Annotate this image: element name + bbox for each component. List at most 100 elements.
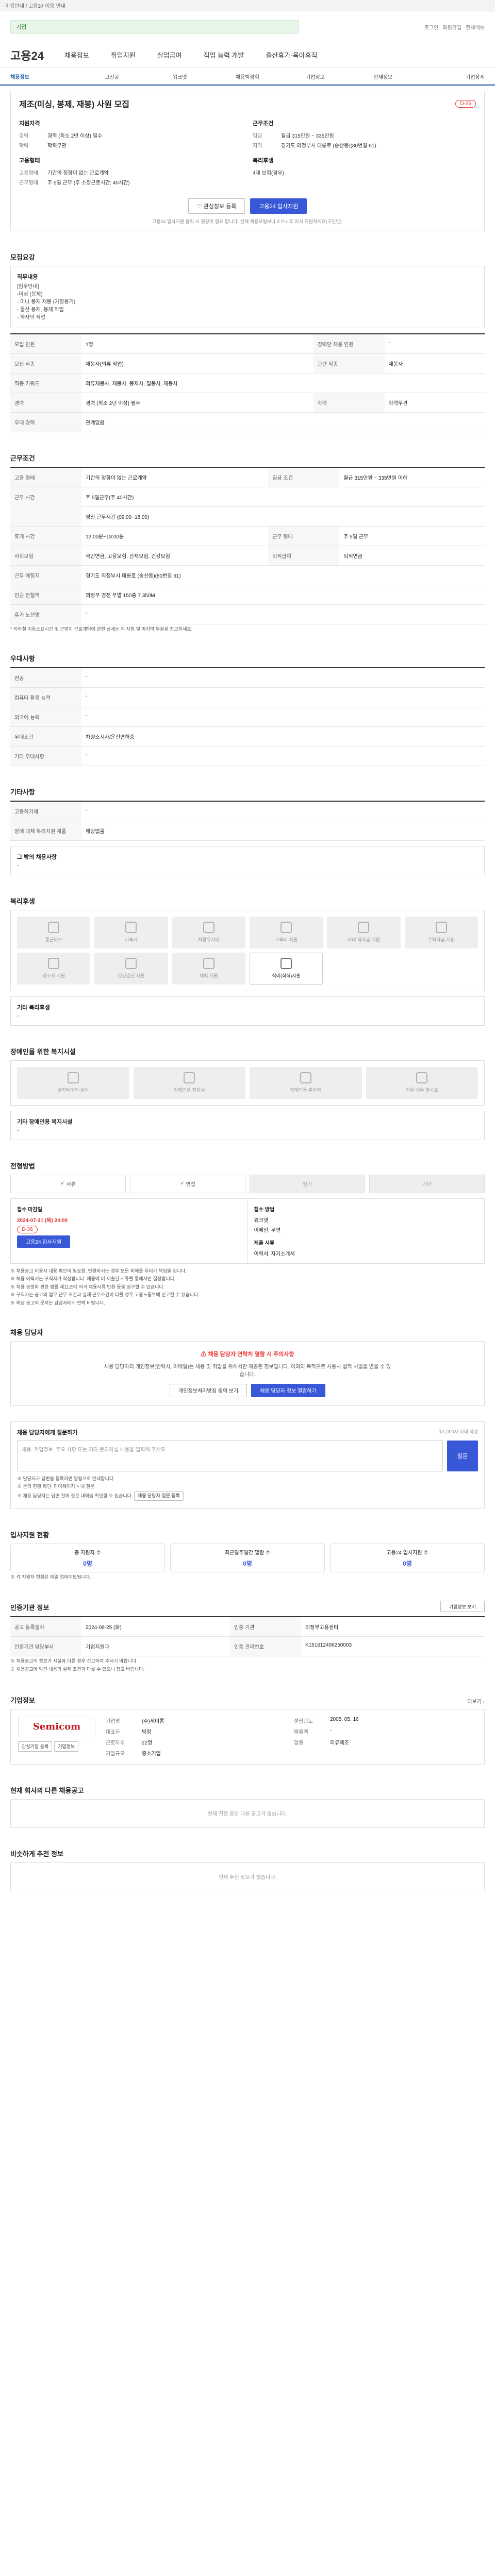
follow-company-button[interactable]: 관심기업 등록 xyxy=(18,1741,53,1752)
subnav-item[interactable]: 채용정보 xyxy=(10,73,78,80)
benefit-item: 경조사 지원 xyxy=(17,952,91,985)
nav-item[interactable]: 취업지원 xyxy=(111,50,136,60)
table-row: 직종 키워드 의류재봉사, 재봉사, 봉제사, 절봉사, 재봉사 xyxy=(10,373,485,393)
summary-key: 지역 xyxy=(253,143,262,149)
contact-warning: ⚠ 채용 담당자 연락처 열람 시 주의사항 채용 담당자의 개인정보(연락처,… xyxy=(10,1341,485,1406)
disability-label: 건물 내부 경사로 xyxy=(405,1088,438,1093)
subnav-item[interactable]: 기업상세 xyxy=(417,73,485,80)
note-line: * 지하철 이동소요시간 및 근방이 근로계약에 관한 상세는 지 사항 및 마… xyxy=(10,626,193,632)
more-link[interactable]: 더보기 › xyxy=(467,1697,485,1705)
subnav-item[interactable]: 고진공 xyxy=(78,73,145,80)
table-cell: 국민연금, 고용보험, 산재보험, 건강보험 xyxy=(81,546,269,566)
field-key: 업종 xyxy=(294,1740,304,1746)
logo[interactable]: 고용24 xyxy=(10,47,44,63)
method-value: 워크넷 xyxy=(254,1217,269,1224)
contact-actions: 개인정보처리방침 동의 보기 채용 담당자 정보 열람하기 xyxy=(19,1383,476,1397)
stat-card: 최근일주일간 열람 수 0명 xyxy=(170,1543,325,1572)
section-title: 기타사항 xyxy=(10,788,35,796)
restroom-icon xyxy=(184,1072,195,1084)
duty-text: [임무안내] -미싱 (봉제) - 미니 봉재 재봉 (가정용기) - 물산 봉… xyxy=(17,283,478,321)
table-head: 인근 전철역 xyxy=(10,585,81,605)
table-head: 고용허가제 xyxy=(10,801,81,821)
education-icon xyxy=(280,922,292,934)
disability-grid: 엘리베이터 설치 장애인용 화장실 장애인용 주차장 건물 내부 경사로 xyxy=(17,1066,478,1099)
nav-item[interactable]: 출산휴가·육아휴직 xyxy=(266,50,317,60)
company-info-button[interactable]: 기업정보 보기 xyxy=(440,1601,485,1613)
note-line: ※ 각 지원자 현황은 매일 업데이트됩니다. xyxy=(10,1574,91,1580)
duty-box: 직무내용 [임무안내] -미싱 (봉제) - 미니 봉재 재봉 (가정용기) -… xyxy=(10,266,485,328)
method-sub: 이메일, 우편 xyxy=(254,1227,281,1233)
nav-item[interactable]: 직업 능력 개발 xyxy=(203,50,244,60)
qna-title: 채용 담당자에게 질문하기 xyxy=(17,1429,78,1436)
table-head: 휴가 노선명 xyxy=(10,604,81,624)
summary-key: 임금 xyxy=(253,133,262,139)
check-icon: ✓ xyxy=(180,1181,186,1187)
field-value: 의류제조 xyxy=(330,1740,349,1746)
table-cell: 주 5일근무(주 40시간) xyxy=(81,487,485,507)
all-menu-link[interactable]: 전체메뉴 xyxy=(466,23,485,31)
notice-bar: 이용안내 / 고용24 이용 안내 xyxy=(0,0,495,11)
table-head: 우대조건 xyxy=(10,726,81,747)
notice-text: 이용안내 / 고용24 이용 안내 xyxy=(5,4,66,9)
subnav-item[interactable]: 기업정보 xyxy=(282,73,349,80)
disability-other-label: 기타 장애인용 복지시설 xyxy=(17,1118,73,1125)
table-head: 임금 조건 xyxy=(268,467,340,487)
field-key: 설립년도 xyxy=(294,1718,313,1724)
duty-line: - 물산 봉제, 봉제 작업 xyxy=(17,307,64,313)
benefit-label: 자녀 학자금 지원 xyxy=(348,937,380,943)
search-input[interactable]: 기업 xyxy=(10,20,299,33)
header: 고용24 채용정보 취업지원 실업급여 직업 능력 개발 출산휴가·육아휴직 xyxy=(0,42,495,68)
method-label: 접수 방법 xyxy=(254,1207,275,1213)
subnav-item[interactable]: 워크넷 xyxy=(146,73,213,80)
login-link[interactable]: 로그인 xyxy=(424,23,439,31)
field-value: 박정 xyxy=(142,1729,152,1735)
subnav-item[interactable]: 인재정보 xyxy=(349,73,417,80)
note-line: ※ 구직자는 공고의 업무 근무 조건과 실제 근무조건이 다를 경우 고용노동… xyxy=(10,1292,200,1298)
apply-button[interactable]: 고용24 입사지원 xyxy=(17,1235,71,1248)
process-step: ✓ 서류 xyxy=(10,1174,126,1193)
benefit-label: 교육비 지원 xyxy=(275,937,298,943)
benefit-item: 자녀 학자금 지원 xyxy=(327,916,401,948)
qna-submit-button[interactable]: 질문 xyxy=(447,1440,478,1471)
join-link[interactable]: 회원가입 xyxy=(442,23,461,31)
table-head: 관련 직종 xyxy=(313,353,385,374)
qna-input-area: 채용, 취업정보, 주요 사항 또는 기타 문의하실 내용을 입력해 주세요. … xyxy=(17,1440,478,1471)
table-cell: - xyxy=(81,746,485,766)
deadline-value: 2024-07-31 (목) 24:00 xyxy=(17,1217,68,1224)
recruit-table: 모집 인원 1명 경력단 채용 인원 - 모집 직종 재봉사(의류 작업) 관련 직종 재봉… xyxy=(10,333,485,432)
process-tabs: ✓ 서류 ✓ 면접 필기 기타 xyxy=(10,1174,485,1193)
consent-button[interactable]: 개인정보처리방침 동의 보기 xyxy=(170,1383,248,1397)
qna-notes: ※ 담당자가 답변을 등록하면 알림으로 안내합니다. ※ 문의 현황 확인: … xyxy=(17,1476,478,1501)
table-cell: 의류재봉사, 재봉사, 봉제사, 절봉사, 재봉사 xyxy=(81,373,485,393)
nav-item[interactable]: 채용정보 xyxy=(64,50,89,60)
summary-row: 경력 경력 (최소 2년 이상) 필수 xyxy=(19,131,242,139)
summary-key: 학력 xyxy=(19,143,29,149)
company-detail-button[interactable]: 기업정보 xyxy=(54,1741,79,1752)
table-row: 휴게 시간 12:00분~13:00분 근무 형태 주 5일 근무 xyxy=(10,526,485,546)
info-header: 인증기관 정보 기업정보 보기 xyxy=(10,1582,485,1616)
summary-row: 학력 학력무관 xyxy=(19,141,242,149)
qna-register-button[interactable]: 채용 담당자 질문 등록 xyxy=(134,1491,184,1501)
note-line: ※ 해당 공고의 문의는 담당자에게 연락 바랍니다. xyxy=(10,1300,105,1306)
nav-item[interactable]: 실업급여 xyxy=(157,50,182,60)
summary-value: 경기도 의정부시 태릉로 (송산동)(80번길 61) xyxy=(281,143,376,149)
summary-value: 주 5일 근무 (주 소정근로시간: 40시간) xyxy=(47,180,130,186)
stat-label: 총 지원자 수 xyxy=(74,1550,101,1556)
scrap-button[interactable]: ♡ 관심정보 등록 xyxy=(188,198,245,214)
field-value: 22명 xyxy=(142,1740,153,1746)
table-row: 고용허가제 - xyxy=(10,801,485,821)
view-contact-button[interactable]: 채용 담당자 정보 열람하기 xyxy=(251,1383,325,1397)
benefit-label: 차량유지비 xyxy=(198,937,220,943)
step-label: 면접 xyxy=(186,1182,195,1188)
field-value: - xyxy=(330,1727,332,1733)
section-title: 모집요강 xyxy=(10,253,35,261)
dday-badge: D-36 xyxy=(17,1225,38,1233)
apply-button[interactable]: 고용24 입사지원 xyxy=(250,198,307,214)
hero-note: 고용24 입사지원 클릭 시 원상이 필요 합니다. 인재 채용포털보나 X P… xyxy=(152,219,343,224)
summary-left: 지원자격 경력 경력 (최소 2년 이상) 필수 학력 학력무관 고용형태 고용형태… xyxy=(19,119,242,188)
subnav-item[interactable]: 채용박람회 xyxy=(213,73,281,80)
qna-textarea[interactable]: 채용, 취업정보, 주요 사항 또는 기타 문의하실 내용을 입력해 주세요. xyxy=(17,1440,443,1471)
table-cell: K151612406250003 xyxy=(301,1636,485,1657)
benefit-label: 체력 지원 xyxy=(200,973,218,979)
company-actions: 관심기업 등록 기업정보 xyxy=(18,1741,95,1752)
